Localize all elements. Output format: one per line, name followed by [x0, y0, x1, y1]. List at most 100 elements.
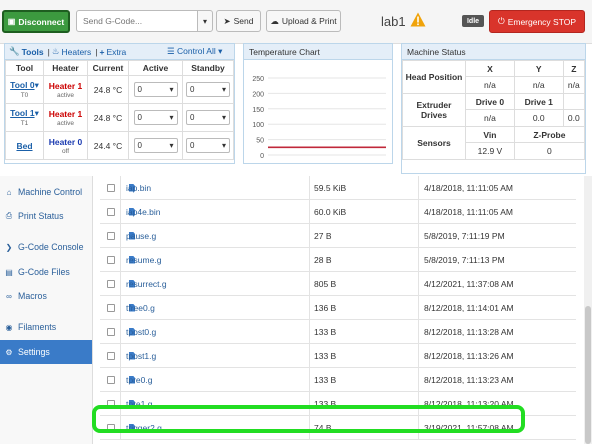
file-name[interactable]: tpre0.g: [126, 375, 152, 385]
sidebar: ⌂ Machine Control ⎙ Print Status ❯ G-Code C…: [0, 176, 93, 444]
file-name[interactable]: iap.bin: [126, 183, 151, 193]
caret-down-icon: ▾: [202, 16, 207, 26]
file-name[interactable]: resurrect.g: [126, 279, 167, 289]
gcode-input[interactable]: [76, 10, 198, 32]
head-y-value: n/a: [513, 76, 564, 94]
file-checkbox[interactable]: [107, 375, 115, 384]
console-icon: ❯: [5, 242, 13, 252]
col-standby: Standby: [182, 60, 234, 76]
file-checkbox[interactable]: [107, 279, 115, 288]
current-temp: 24.4 °C: [87, 131, 129, 160]
scrollbar[interactable]: [584, 176, 592, 444]
file-name[interactable]: iap4e.bin: [126, 207, 161, 217]
file-size: 133 B: [314, 350, 337, 361]
sliders-icon: ☰: [167, 46, 175, 56]
file-date: 5/8/2019, 7:11:13 PM: [424, 254, 505, 265]
warning-icon[interactable]: [410, 12, 426, 27]
file-checkbox[interactable]: [107, 255, 115, 264]
sidebar-item-gcode-console[interactable]: ❯ G-Code Console: [0, 235, 92, 259]
caret-down-icon: ▾: [218, 46, 223, 56]
power-icon: ▣: [7, 17, 16, 26]
file-size: 805 B: [314, 278, 337, 289]
file-checkbox[interactable]: [107, 207, 115, 216]
power-icon: ⏻: [497, 16, 505, 26]
file-name[interactable]: tpost1.g: [126, 351, 156, 361]
caret-down-icon: ▾: [34, 108, 39, 118]
extruder-drives-label: Extruder Drives: [402, 93, 466, 127]
tools-tab[interactable]: Tools: [22, 47, 44, 57]
file-row[interactable]: tpre0.g 133 B 8/12/2018, 11:13:23 AM: [100, 368, 576, 392]
caret-down-icon: ▾: [169, 85, 174, 94]
y-tick-label: 50: [256, 138, 264, 145]
tool-0-link[interactable]: Tool 0: [10, 80, 34, 90]
active-temp-select[interactable]: 0 ▾: [133, 110, 178, 125]
file-row[interactable]: tpost1.g 133 B 8/12/2018, 11:13:26 AM: [100, 344, 576, 368]
file-name[interactable]: resume.g: [126, 255, 161, 265]
caret-down-icon: ▾: [169, 141, 174, 150]
y-tick-label: 200: [252, 91, 264, 98]
file-checkbox[interactable]: [107, 231, 115, 240]
heater-name[interactable]: Heater 1: [49, 109, 83, 119]
file-checkbox[interactable]: [107, 327, 115, 336]
disconnect-button[interactable]: ▣ Disconnect: [2, 10, 70, 33]
highlight-annotation: [92, 405, 525, 433]
file-row[interactable]: resume.g 28 B 5/8/2019, 7:11:13 PM: [100, 248, 576, 272]
active-temp-select[interactable]: 0 ▾: [133, 82, 178, 97]
control-all-dropdown[interactable]: ☰ Control All ▾: [167, 46, 222, 57]
caret-down-icon: ▾: [221, 141, 226, 150]
heater-name[interactable]: Heater 1: [49, 81, 83, 91]
file-date: 4/12/2021, 11:37:08 AM: [424, 278, 514, 289]
sidebar-item-machine-control[interactable]: ⌂ Machine Control: [0, 180, 92, 204]
file-checkbox[interactable]: [107, 351, 115, 360]
active-temp-select[interactable]: 0 ▾: [133, 138, 178, 153]
head-x-value: n/a: [465, 76, 515, 94]
file-date: 8/12/2018, 11:13:26 AM: [424, 350, 514, 361]
caret-down-icon: ▾: [169, 113, 174, 122]
wrench-icon: 🔧: [9, 46, 20, 56]
temperature-chart-panel: Temperature Chart 250 200 150 100 50 0: [243, 43, 393, 164]
machine-status-title: Machine Status: [402, 44, 585, 60]
upload-icon: ☁: [270, 15, 279, 26]
send-button[interactable]: ➤ Send: [216, 10, 261, 32]
file-row[interactable]: resurrect.g 805 B 4/12/2021, 11:37:08 AM: [100, 272, 576, 296]
file-checkbox[interactable]: [107, 183, 115, 192]
drive-1-header: Drive 1: [513, 93, 564, 110]
sidebar-item-gcode-files[interactable]: ▤ G-Code Files: [0, 260, 92, 284]
file-checkbox[interactable]: [107, 303, 115, 312]
sidebar-item-print-status[interactable]: ⎙ Print Status: [0, 204, 92, 228]
drive-value: n/a: [465, 109, 515, 127]
filament-icon: ◉: [5, 322, 13, 332]
standby-temp-select[interactable]: 0 ▾: [186, 82, 230, 97]
z-probe-value: 0: [513, 142, 586, 160]
sidebar-item-settings[interactable]: ⚙ Settings: [0, 340, 92, 364]
file-row[interactable]: tfree0.g 136 B 8/12/2018, 11:14:01 AM: [100, 296, 576, 320]
file-size: 59.5 KiB: [314, 182, 347, 193]
tools-panel: 🔧 Tools | ♨ Heaters | + Extra ☰ Control …: [4, 43, 235, 164]
current-temp: 24.8 °C: [87, 103, 129, 132]
file-row[interactable]: pause.g 27 B 5/8/2019, 7:11:19 PM: [100, 224, 576, 248]
tool-1-link[interactable]: Tool 1: [10, 108, 34, 118]
scrollbar-thumb[interactable]: [585, 306, 591, 444]
file-name[interactable]: tfree0.g: [126, 303, 155, 313]
standby-temp-select[interactable]: 0 ▾: [186, 110, 230, 125]
file-row[interactable]: iap4e.bin 60.0 KiB 4/18/2018, 11:11:05 AM: [100, 200, 576, 224]
extra-tab[interactable]: Extra: [106, 47, 126, 57]
caret-down-icon: ▾: [221, 85, 226, 94]
standby-temp-select[interactable]: 0 ▾: [186, 138, 230, 153]
upload-print-button[interactable]: ☁ Upload & Print: [266, 10, 341, 32]
file-date: 5/8/2019, 7:11:19 PM: [424, 230, 505, 241]
file-row[interactable]: tpost0.g 133 B 8/12/2018, 11:13:28 AM: [100, 320, 576, 344]
file-date: 4/18/2018, 11:11:05 AM: [424, 182, 514, 193]
gcode-history-dropdown[interactable]: ▾: [197, 10, 213, 32]
file-name[interactable]: tpost0.g: [126, 327, 156, 337]
heaters-tab[interactable]: Heaters: [61, 47, 91, 57]
file-name[interactable]: pause.g: [126, 231, 156, 241]
sidebar-item-filaments[interactable]: ◉ Filaments: [0, 315, 92, 339]
file-date: 4/18/2018, 11:11:05 AM: [424, 206, 514, 217]
emergency-stop-button[interactable]: ⏻ Emergency STOP: [489, 10, 585, 33]
bed-link[interactable]: Bed: [16, 141, 32, 151]
heater-name[interactable]: Heater 0: [49, 137, 83, 147]
caret-down-icon: ▾: [221, 113, 226, 122]
sidebar-item-macros[interactable]: ∞ Macros: [0, 284, 92, 308]
file-row[interactable]: iap.bin 59.5 KiB 4/18/2018, 11:11:05 AM: [100, 176, 576, 200]
